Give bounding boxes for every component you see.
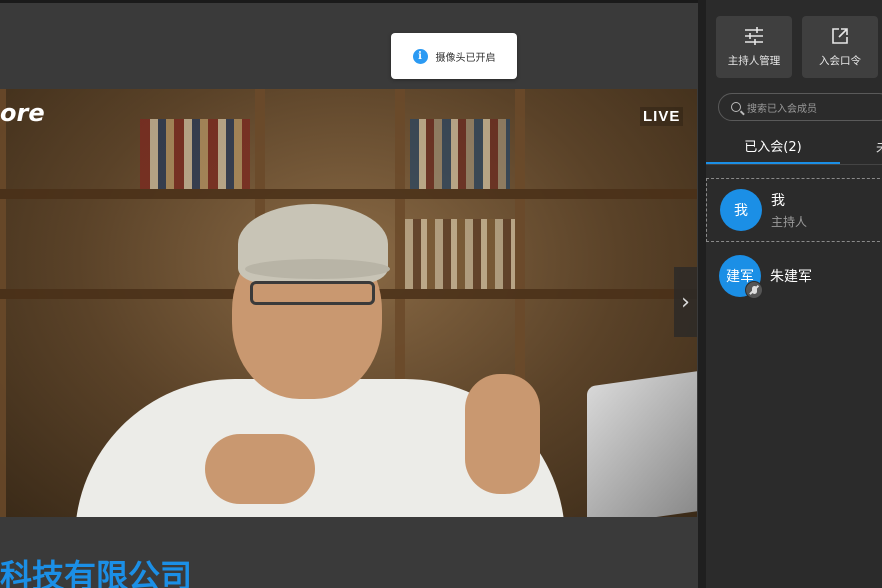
speaker-glasses (250, 281, 375, 305)
member-tabs: 已入会(2) 未 (706, 128, 882, 165)
avatar: 我 (720, 189, 762, 231)
share-external-icon (832, 27, 848, 44)
live-badge: LIVE (640, 107, 684, 126)
books-decor (410, 119, 510, 189)
chevron-right-icon: › (681, 289, 690, 315)
books-decor (140, 119, 250, 189)
monitor-decor (587, 371, 697, 517)
tab-joined[interactable]: 已入会(2) (706, 128, 840, 164)
participants-sidebar: 主持人管理 入会口令 搜索已入会成员 已入会(2) 未 我 我 主持人 建军 朱… (698, 0, 882, 588)
member-list-item[interactable]: 我 我 主持人 (706, 178, 882, 242)
host-management-button[interactable]: 主持人管理 (716, 16, 792, 78)
member-name: 朱建军 (770, 269, 812, 285)
member-name: 我 (771, 193, 785, 209)
search-icon (731, 102, 741, 112)
books-decor (405, 219, 515, 289)
member-list-item[interactable]: 建军 朱建军 (706, 244, 882, 308)
main-stage: ore LIVE › i 摄像头已开启 科技有限公司 (0, 3, 698, 588)
mic-muted-icon (745, 281, 763, 299)
meeting-password-button[interactable]: 入会口令 (802, 16, 878, 78)
meeting-password-label: 入会口令 (819, 54, 861, 67)
sliders-icon (745, 26, 763, 45)
toast-text: 摄像头已开启 (435, 52, 496, 64)
host-management-label: 主持人管理 (727, 54, 781, 67)
video-logo-text: ore (0, 99, 45, 127)
member-search-input[interactable]: 搜索已入会成员 (718, 93, 882, 121)
speaker-hand (465, 374, 540, 494)
video-feed[interactable]: ore LIVE (0, 89, 697, 517)
tab-not-joined[interactable]: 未 (876, 128, 882, 164)
speaker-hand (205, 434, 315, 504)
member-role: 主持人 (771, 215, 808, 229)
next-page-button[interactable]: › (674, 267, 697, 337)
avatar: 建军 (719, 255, 763, 299)
search-placeholder: 搜索已入会成员 (747, 103, 817, 115)
company-name-banner: 科技有限公司 (0, 557, 193, 588)
speaker-cap-brim (245, 259, 390, 279)
info-icon: i (412, 48, 428, 64)
toast-notification: i 摄像头已开启 (391, 33, 517, 79)
